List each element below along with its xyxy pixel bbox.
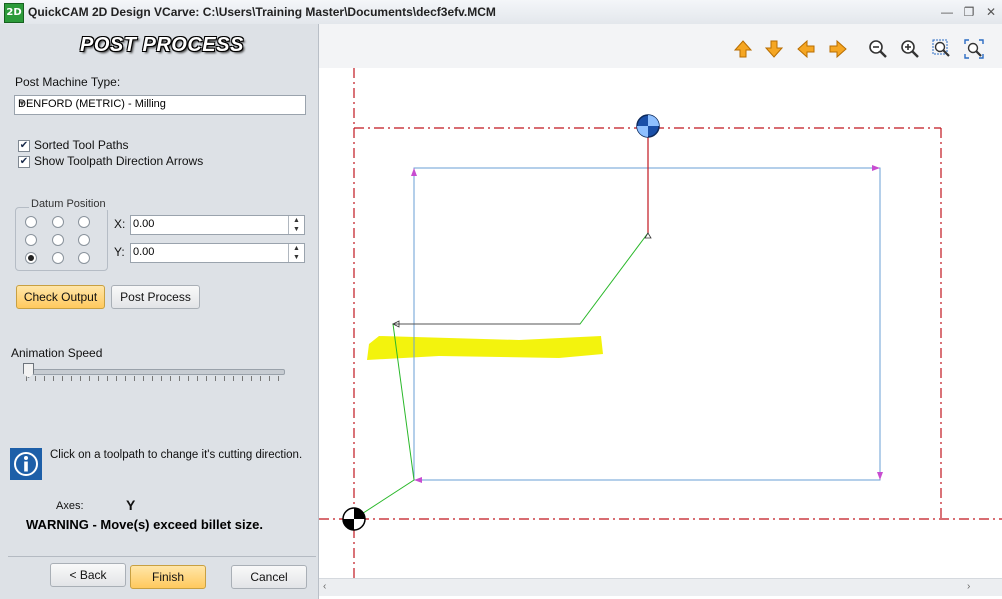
restore-button[interactable]: ❐ — [960, 4, 978, 20]
datum-radio-bottom-right[interactable] — [78, 252, 90, 264]
direction-arrows-label: Show Toolpath Direction Arrows — [34, 154, 204, 168]
pan-right-icon[interactable] — [827, 38, 849, 60]
direction-arrows-checkbox[interactable]: ✔ — [18, 156, 30, 168]
datum-radio-center[interactable] — [52, 234, 64, 246]
finish-button[interactable]: Finish — [130, 565, 206, 589]
pan-left-icon[interactable] — [795, 38, 817, 60]
divider — [8, 556, 316, 557]
datum-radio-bottom-center[interactable] — [52, 252, 64, 264]
app-logo-icon[interactable]: 2D — [4, 3, 24, 23]
machine-type-dropdown[interactable]: DENFORD (METRIC) - Milling ▼ — [14, 95, 306, 115]
axes-value: Y — [126, 497, 136, 513]
zoom-out-icon[interactable] — [867, 38, 889, 60]
zoom-fit-icon[interactable] — [963, 38, 985, 60]
check-output-button[interactable]: Check Output — [16, 285, 105, 309]
animation-speed-label: Animation Speed — [11, 346, 103, 360]
cancel-button[interactable]: Cancel — [231, 565, 307, 589]
info-icon — [10, 448, 42, 480]
highlight-marker — [367, 336, 603, 360]
direction-arrow — [414, 477, 422, 483]
post-process-panel: POST PROCESS Post Machine Type: DENFORD … — [0, 24, 319, 599]
x-value: 0.00 — [133, 218, 155, 230]
sorted-toolpaths-checkbox[interactable]: ✔ — [18, 140, 30, 152]
toolpath-canvas[interactable] — [319, 68, 1002, 578]
datum-radio-top-center[interactable] — [52, 216, 64, 228]
direction-arrow — [877, 472, 883, 480]
x-spinner[interactable]: ▲ ▼ — [288, 216, 304, 234]
datum-radio-top-left[interactable] — [25, 216, 37, 228]
y-input[interactable]: 0.00 ▲ ▼ — [130, 243, 305, 263]
direction-arrow — [872, 165, 880, 171]
x-label: X: — [114, 217, 126, 231]
y-spinner[interactable]: ▲ ▼ — [288, 244, 304, 262]
sorted-toolpaths-label: Sorted Tool Paths — [34, 138, 129, 152]
minimize-button[interactable]: — — [938, 4, 956, 20]
datum-radio-top-right[interactable] — [78, 216, 90, 228]
zoom-window-icon[interactable] — [931, 38, 953, 60]
axes-label: Axes: — [56, 500, 84, 512]
datum-position-title: Datum Position — [29, 198, 108, 210]
horizontal-scrollbar[interactable]: ‹ › — [319, 578, 1002, 596]
post-process-button[interactable]: Post Process — [111, 285, 200, 309]
tool-position-icon[interactable] — [636, 114, 660, 138]
slider-ticks — [26, 376, 283, 381]
datum-radio-middle-left[interactable] — [25, 234, 37, 246]
rapid-move — [353, 232, 649, 520]
info-message: Click on a toolpath to change it's cutti… — [50, 449, 303, 461]
zoom-in-icon[interactable] — [899, 38, 921, 60]
y-label: Y: — [114, 245, 125, 259]
title-bar: 2D QuickCAM 2D Design VCarve: C:\Users\T… — [0, 0, 1002, 25]
machine-type-label: Post Machine Type: — [15, 75, 121, 89]
animation-speed-slider[interactable] — [26, 369, 285, 375]
close-button[interactable]: ✕ — [982, 4, 1000, 20]
panel-title: POST PROCESS — [80, 34, 244, 56]
datum-radio-bottom-left[interactable] — [25, 252, 37, 264]
direction-arrow — [411, 168, 417, 176]
pan-down-icon[interactable] — [763, 38, 785, 60]
chevron-down-icon: ▼ — [18, 99, 26, 108]
pan-up-icon[interactable] — [732, 38, 754, 60]
drawing-viewport[interactable]: ‹ › — [319, 24, 1002, 599]
warning-message: WARNING - Move(s) exceed billet size. — [26, 517, 263, 532]
scroll-left-icon[interactable]: ‹ — [323, 581, 326, 592]
view-toolbar — [319, 24, 1002, 68]
back-button[interactable]: < Back — [50, 563, 126, 587]
y-value: 0.00 — [133, 246, 155, 258]
scroll-right-icon[interactable]: › — [967, 581, 970, 592]
x-input[interactable]: 0.00 ▲ ▼ — [130, 215, 305, 235]
datum-radio-middle-right[interactable] — [78, 234, 90, 246]
datum-origin-icon — [342, 507, 366, 531]
window-title: QuickCAM 2D Design VCarve: C:\Users\Trai… — [28, 5, 496, 19]
